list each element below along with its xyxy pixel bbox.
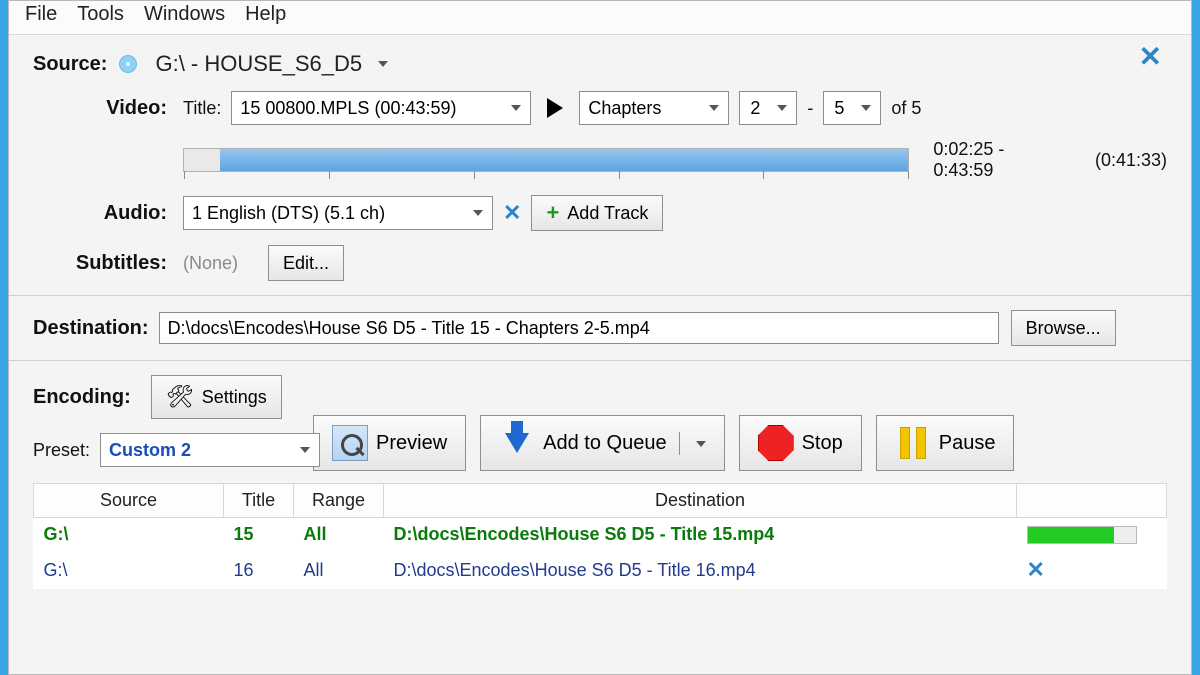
close-icon[interactable]: ✕ [1139, 40, 1162, 73]
edit-subtitles-button[interactable]: Edit... [268, 245, 344, 281]
add-to-queue-label: Add to Queue [543, 432, 666, 455]
table-row[interactable]: G:\16AllD:\docs\Encodes\House S6 D5 - Ti… [34, 551, 1167, 589]
add-to-queue-button[interactable]: Add to Queue [480, 415, 724, 471]
table-row[interactable]: G:\15AllD:\docs\Encodes\House S6 D5 - Ti… [34, 518, 1167, 552]
col-range[interactable]: Range [294, 484, 384, 518]
cell-title: 16 [224, 551, 294, 589]
pause-icon [895, 425, 931, 461]
cell-destination: D:\docs\Encodes\House S6 D5 - Title 15.m… [384, 518, 1017, 552]
menu-tools[interactable]: Tools [77, 3, 124, 26]
audio-track-select[interactable] [183, 196, 493, 230]
preview-icon [332, 425, 368, 461]
preview-label: Preview [376, 432, 447, 455]
range-mode-select[interactable] [579, 91, 729, 125]
destination-label: Destination: [33, 317, 159, 340]
title-label: Title: [183, 98, 221, 119]
menubar: File Tools Windows Help [9, 1, 1191, 35]
disc-icon [119, 55, 137, 73]
queue-split-dropdown[interactable] [679, 432, 706, 455]
time-duration: (0:41:33) [1095, 150, 1167, 171]
col-status [1017, 484, 1167, 518]
queue-table: Source Title Range Destination G:\15AllD… [33, 483, 1167, 589]
source-label: Source: [33, 53, 119, 76]
add-track-button[interactable]: + Add Track [531, 195, 663, 231]
arrow-down-icon [499, 425, 535, 461]
settings-button[interactable]: 🛠 Settings [151, 375, 282, 419]
col-source[interactable]: Source [34, 484, 224, 518]
subtitles-label: Subtitles: [33, 252, 183, 275]
title-select[interactable] [231, 91, 531, 125]
cell-range: All [294, 518, 384, 552]
cell-source: G:\ [34, 518, 224, 552]
stop-icon [758, 425, 794, 461]
col-destination[interactable]: Destination [384, 484, 1017, 518]
menu-file[interactable]: File [25, 3, 57, 26]
range-to-select[interactable] [823, 91, 881, 125]
settings-icon: 🛠 [166, 384, 194, 410]
pause-button[interactable]: Pause [876, 415, 1015, 471]
add-track-label: Add Track [567, 203, 648, 224]
remove-audio-icon[interactable]: ✕ [503, 200, 521, 226]
video-label: Video: [33, 97, 183, 120]
time-range: 0:02:25 - 0:43:59 [933, 139, 1067, 181]
cell-title: 15 [224, 518, 294, 552]
stop-label: Stop [802, 432, 843, 455]
settings-label: Settings [202, 387, 267, 408]
plus-icon: + [546, 200, 559, 226]
play-icon[interactable] [547, 98, 563, 118]
progress-bar [1027, 526, 1137, 544]
timeline[interactable] [183, 148, 909, 172]
range-from-select[interactable] [739, 91, 797, 125]
menu-windows[interactable]: Windows [144, 3, 225, 26]
browse-button[interactable]: Browse... [1011, 310, 1116, 346]
range-dash: - [807, 98, 813, 119]
preset-select[interactable] [100, 433, 320, 467]
cell-destination: D:\docs\Encodes\House S6 D5 - Title 16.m… [384, 551, 1017, 589]
remove-row-icon[interactable]: ✕ [1027, 557, 1045, 582]
source-path[interactable]: G:\ - HOUSE_S6_D5 [155, 51, 362, 77]
preview-button[interactable]: Preview [313, 415, 466, 471]
cell-range: All [294, 551, 384, 589]
subtitles-value: (None) [183, 253, 238, 274]
col-title[interactable]: Title [224, 484, 294, 518]
range-of-label: of 5 [891, 98, 921, 119]
stop-button[interactable]: Stop [739, 415, 862, 471]
menu-help[interactable]: Help [245, 3, 286, 26]
source-dropdown-icon[interactable] [378, 61, 388, 67]
preset-label: Preset: [33, 440, 90, 461]
audio-label: Audio: [33, 202, 183, 225]
cell-source: G:\ [34, 551, 224, 589]
encoding-label: Encoding: [33, 386, 151, 409]
pause-label: Pause [939, 432, 996, 455]
destination-input[interactable] [159, 312, 999, 344]
